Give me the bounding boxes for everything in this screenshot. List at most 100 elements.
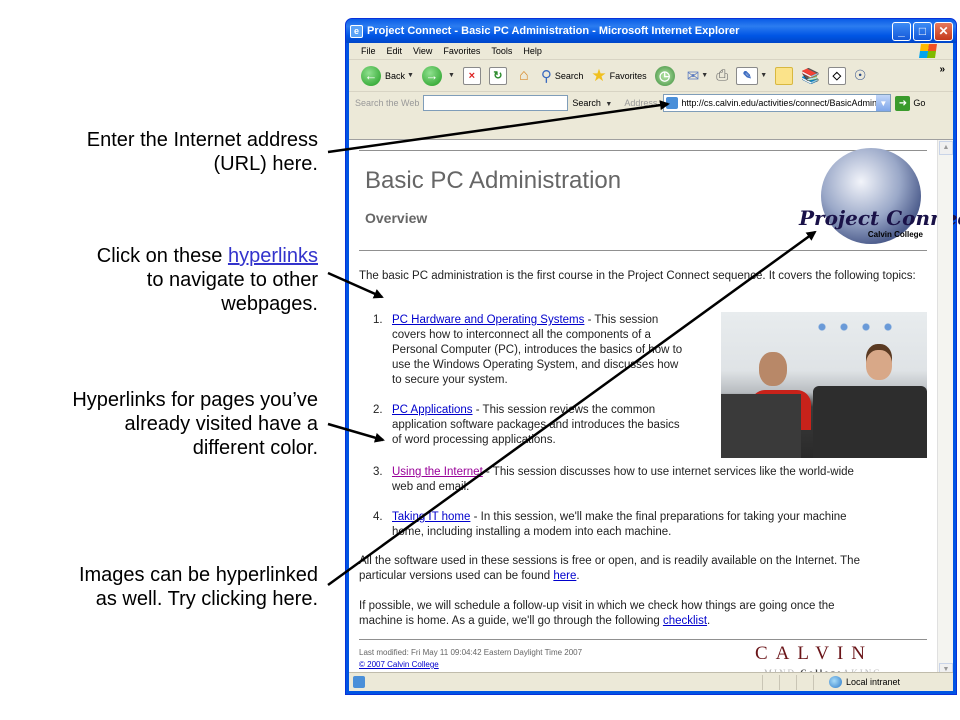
home-icon: ⌂ — [519, 66, 529, 84]
project-connect-logo[interactable]: Project Connect Calvin College — [799, 148, 960, 248]
history-icon: ◷ — [654, 65, 675, 86]
messenger-button[interactable]: ☉ — [854, 67, 867, 84]
source-button[interactable]: ◇ — [827, 66, 846, 85]
item-text: use the Windows Operating System, and di… — [392, 359, 679, 371]
go-button[interactable]: ➜ Go — [895, 95, 926, 111]
dropdown-icon[interactable]: ▼ — [448, 72, 455, 79]
item-body: Using the Internet - This session discus… — [392, 465, 854, 495]
menu-bar: File Edit View Favorites Tools Help — [349, 43, 953, 60]
go-label: Go — [913, 98, 926, 108]
print-icon: ⎙ — [716, 67, 729, 84]
item-body: PC Hardware and Operating Systems - This… — [392, 313, 682, 388]
topic-link-pc-hardware[interactable]: PC Hardware and Operating Systems — [392, 314, 584, 326]
topic-link-using-internet[interactable]: Using the Internet — [392, 466, 483, 478]
callout-prefix: Click on these — [96, 245, 228, 267]
menu-file[interactable]: File — [361, 46, 376, 56]
address-dropdown-icon[interactable]: ▼ — [876, 95, 891, 111]
item-line: Taking IT home - In this session, we'll … — [392, 510, 847, 525]
item-number: 1. — [373, 314, 383, 326]
windows-logo-icon — [919, 44, 937, 58]
search-web-button[interactable]: Search ▼ — [572, 98, 612, 108]
refresh-icon: ↻ — [488, 66, 507, 85]
item-number: 4. — [373, 511, 383, 523]
address-input[interactable]: http://cs.calvin.edu/activities/connect/… — [663, 94, 892, 112]
vertical-scrollbar[interactable]: ▲ ▼ — [937, 140, 953, 678]
divider — [359, 639, 927, 640]
callout-text: Click on these hyperlinks — [97, 244, 318, 268]
checklist-link[interactable]: checklist — [663, 615, 707, 627]
dropdown-icon[interactable]: ▼ — [605, 101, 612, 108]
period: . — [707, 615, 711, 627]
callout-text: as well. Try clicking here. — [95, 588, 318, 610]
calvin-logo[interactable]: CALVIN — [755, 643, 873, 665]
item-text: home, including installing a modem into … — [392, 526, 672, 538]
classroom-photo[interactable] — [721, 312, 927, 458]
edit-button[interactable]: ✎ ▼ — [736, 66, 767, 85]
topic-link-taking-it-home[interactable]: Taking IT home — [392, 511, 470, 523]
favorites-label: Favorites — [609, 70, 647, 81]
address-url[interactable]: http://cs.calvin.edu/activities/connect/… — [681, 98, 876, 108]
menu-view[interactable]: View — [413, 46, 432, 56]
history-button[interactable]: ◷ — [654, 65, 679, 86]
item-text: covers how to interconnect all the compo… — [392, 329, 651, 341]
page-subtitle: Overview — [365, 210, 428, 226]
scroll-up-icon[interactable]: ▲ — [939, 141, 953, 155]
maximize-button[interactable]: □ — [913, 21, 932, 41]
stop-button[interactable]: × — [462, 66, 481, 85]
dropdown-icon[interactable]: ▼ — [407, 72, 414, 79]
callout-text: Enter the Internet address — [86, 129, 318, 151]
print-button[interactable]: ⎙ — [716, 67, 728, 84]
forward-button[interactable]: → ▼ — [421, 65, 455, 86]
intranet-globe-icon — [829, 676, 842, 688]
menu-help[interactable]: Help — [523, 46, 542, 56]
search-web-button-label: Search — [572, 98, 601, 108]
item-text: - This session reviews the common — [472, 404, 656, 416]
person-2 — [866, 350, 892, 380]
menu-tools[interactable]: Tools — [491, 46, 512, 56]
close-button[interactable]: ✕ — [934, 21, 953, 41]
callout-text: different color. — [192, 437, 318, 459]
search-button[interactable]: ⚲ Search — [541, 67, 584, 85]
item-body: Taking IT home - In this session, we'll … — [392, 510, 847, 540]
search-web-input[interactable] — [423, 95, 569, 111]
period: . — [576, 570, 580, 582]
source-icon: ◇ — [827, 66, 846, 85]
research-button[interactable]: 📚 — [801, 67, 820, 85]
chevron-more-icon[interactable]: » — [939, 64, 945, 75]
notes-icon — [775, 66, 794, 85]
window-title: Project Connect - Basic PC Administratio… — [367, 25, 740, 37]
wall-decor — [811, 320, 901, 334]
person-1 — [759, 352, 787, 386]
minimize-button[interactable]: _ — [892, 21, 911, 41]
dropdown-icon[interactable]: ▼ — [760, 72, 767, 79]
item-text: to secure your system. — [392, 374, 508, 386]
copyright-link[interactable]: © 2007 Calvin College — [359, 660, 439, 669]
favorites-button[interactable]: ★ Favorites — [591, 66, 646, 86]
dropdown-icon[interactable]: ▼ — [701, 72, 708, 79]
forward-arrow-icon: → — [421, 65, 442, 86]
software-here-link[interactable]: here — [553, 570, 576, 582]
mail-button[interactable]: ✉ ▼ — [687, 67, 709, 85]
followup-paragraph: If possible, we will schedule a follow-u… — [359, 599, 929, 629]
menu-edit[interactable]: Edit — [387, 46, 403, 56]
back-arrow-icon: ← — [361, 65, 381, 86]
callout-hyperlinks-link[interactable]: hyperlinks — [228, 245, 318, 267]
notes-button[interactable] — [775, 66, 794, 85]
address-label: Address — [624, 98, 658, 108]
paragraph-text: particular versions used can be found — [359, 570, 554, 582]
messenger-icon: ☉ — [853, 67, 867, 83]
page-status-icon — [353, 676, 365, 688]
menu-favorites[interactable]: Favorites — [443, 46, 480, 56]
back-button[interactable]: ← Back ▼ — [361, 65, 414, 86]
item-text: Personal Computer (PC), introduces the b… — [392, 344, 683, 356]
topic-link-pc-applications[interactable]: PC Applications — [392, 404, 473, 416]
search-icon: ⚲ — [540, 67, 552, 85]
refresh-button[interactable]: ↻ — [488, 66, 507, 85]
browser-window: e Project Connect - Basic PC Administrat… — [345, 18, 960, 695]
item-text: application software packages and introd… — [392, 419, 680, 431]
toolbar: ← Back ▼ → ▼ × ↻ ⌂ ⚲ Search ★ Favorites ◷ ✉ ▼ … — [349, 60, 953, 92]
home-button[interactable]: ⌂ — [515, 67, 533, 85]
back-label: Back — [385, 70, 406, 81]
address-toolbar: Search the Web Search ▼ Address http://c… — [349, 92, 953, 114]
title-bar[interactable]: e Project Connect - Basic PC Administrat… — [346, 19, 956, 43]
